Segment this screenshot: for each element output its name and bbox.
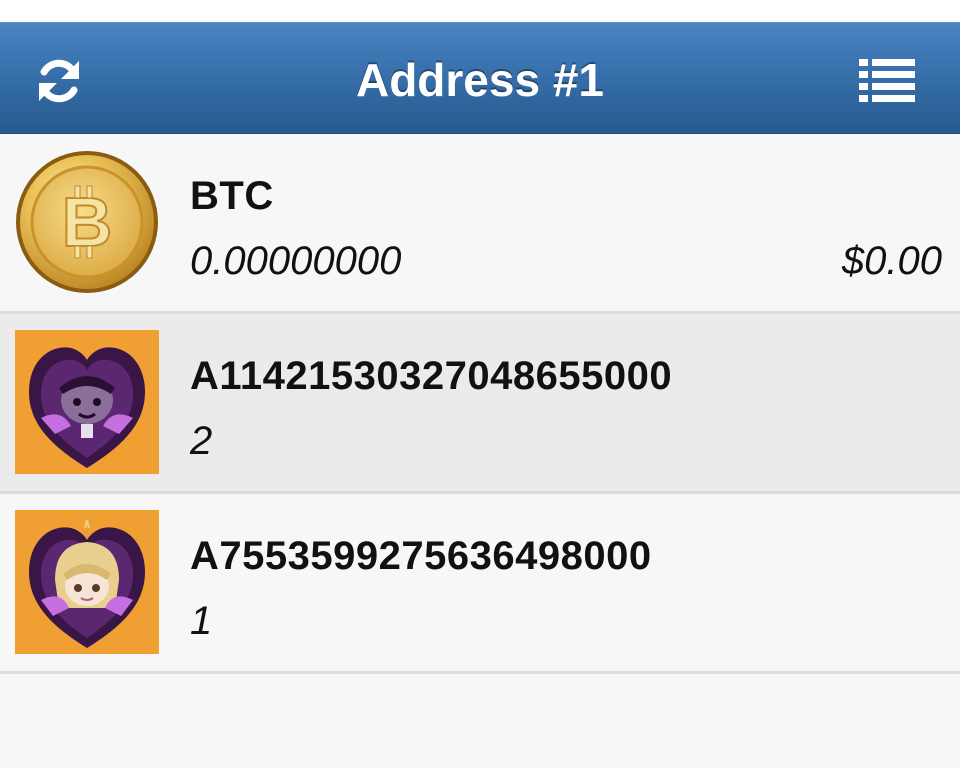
list-item-token[interactable]: A11421530327048655000 2 xyxy=(0,314,960,494)
list-item-btc[interactable]: B BTC 0.00000000 $0.00 xyxy=(0,134,960,314)
anime-token-icon xyxy=(15,510,159,654)
asset-name: A7553599275636498000 xyxy=(190,534,652,578)
menu-list-button[interactable] xyxy=(852,51,922,111)
asset-list: B BTC 0.00000000 $0.00 A1142153032704865… xyxy=(0,134,960,674)
status-strip xyxy=(0,0,960,22)
asset-quantity: 0.00000000 xyxy=(190,239,402,283)
bitcoin-coin-icon: B xyxy=(15,150,159,294)
asset-quantity: 1 xyxy=(190,599,213,643)
asset-name: BTC xyxy=(190,174,274,218)
page-title: Address #1 xyxy=(355,54,604,106)
asset-name: A11421530327048655000 xyxy=(190,354,673,398)
list-item-token[interactable]: A7553599275636498000 1 xyxy=(0,494,960,674)
asset-fiat-value: $0.00 xyxy=(841,239,942,283)
asset-quantity: 2 xyxy=(190,419,213,463)
list-icon xyxy=(859,59,915,102)
navigation-bar: Address #1 xyxy=(0,22,960,134)
anime-token-icon xyxy=(15,330,159,474)
